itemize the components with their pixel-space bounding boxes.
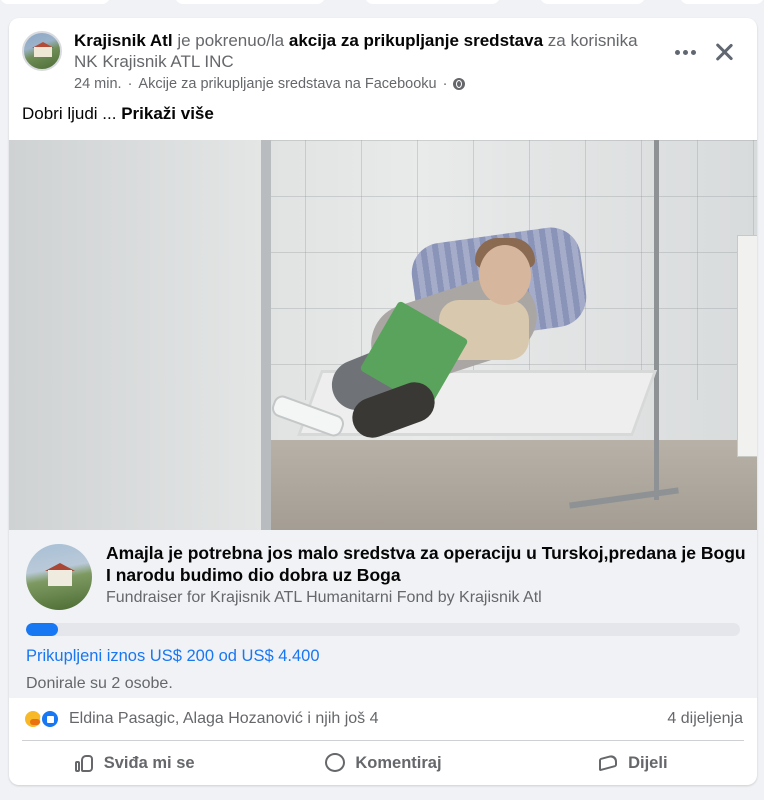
meta-separator: · <box>127 76 133 92</box>
for-prefix: za korisnika <box>547 31 638 50</box>
post-meta: 24 min. · Akcije za prikupljanje sredsta… <box>74 76 466 92</box>
post-card: Krajisnik Atl je pokrenuo/la akcija za p… <box>9 18 757 785</box>
story-pill[interactable] <box>365 0 500 4</box>
top-strip <box>0 0 764 16</box>
post-photo[interactable] <box>9 140 757 530</box>
fundraiser-progress-bar <box>26 623 740 636</box>
beneficiary-name[interactable]: NK Krajisnik ATL INC <box>74 52 234 71</box>
action-link[interactable]: akcija za prikupljanje sredstava <box>289 31 543 50</box>
comment-label: Komentiraj <box>355 753 442 772</box>
like-icon <box>73 752 95 774</box>
comment-icon <box>324 752 346 774</box>
reactions-bar: Eldina Pasagic, Alaga Hozanović i njih j… <box>9 698 757 740</box>
globe-icon <box>453 78 466 90</box>
reaction-names[interactable]: Eldina Pasagic, Alaga Hozanović i njih j… <box>69 710 379 728</box>
meta-separator: · <box>442 76 448 92</box>
post-time[interactable]: 24 min. <box>74 76 122 92</box>
share-label: Dijeli <box>628 753 668 772</box>
more-options-icon[interactable] <box>675 42 699 62</box>
verb-text: je pokrenuo/la <box>177 31 285 50</box>
comment-button[interactable]: Komentiraj <box>258 741 507 785</box>
fundraiser-subtitle: Fundraiser for Krajisnik ATL Humanitarni… <box>106 589 542 606</box>
fundraiser-title[interactable]: Amajla je potrebna jos malo sredstva za … <box>106 542 746 586</box>
like-reaction-icon <box>40 709 60 729</box>
reaction-icons[interactable] <box>23 709 63 729</box>
action-bar: Sviđa mi se Komentiraj Dijeli <box>9 741 757 785</box>
post-source[interactable]: Akcije za prikupljanje sredstava na Face… <box>138 76 436 92</box>
close-icon[interactable] <box>712 40 736 64</box>
author-avatar[interactable] <box>22 31 62 71</box>
author-name[interactable]: Krajisnik Atl <box>74 31 173 50</box>
raised-amount: Prikupljeni iznos US$ 200 od US$ 4.400 <box>26 647 320 665</box>
post-body: Dobri ljudi ... <box>22 104 117 123</box>
post-headline: Krajisnik Atl je pokrenuo/la akcija za p… <box>74 30 654 72</box>
story-pill[interactable] <box>680 0 764 4</box>
share-button[interactable]: Dijeli <box>508 741 757 785</box>
donor-count: Donirale su 2 osobe. <box>26 675 173 692</box>
story-pill[interactable] <box>175 0 325 4</box>
post-text: Dobri ljudi ... Prikaži više <box>22 104 214 124</box>
see-more-link[interactable]: Prikaži više <box>121 104 214 123</box>
like-button[interactable]: Sviđa mi se <box>9 741 258 785</box>
post-header: Krajisnik Atl je pokrenuo/la akcija za p… <box>9 18 757 138</box>
share-icon <box>597 752 619 774</box>
story-pill[interactable] <box>0 0 110 4</box>
share-count[interactable]: 4 dijeljenja <box>667 710 743 728</box>
like-label: Sviđa mi se <box>103 753 195 772</box>
fundraiser-panel[interactable]: Amajla je potrebna jos malo sredstva za … <box>9 530 757 698</box>
story-pill[interactable] <box>540 0 645 4</box>
progress-fill <box>26 623 59 636</box>
fundraiser-avatar[interactable] <box>26 544 92 610</box>
